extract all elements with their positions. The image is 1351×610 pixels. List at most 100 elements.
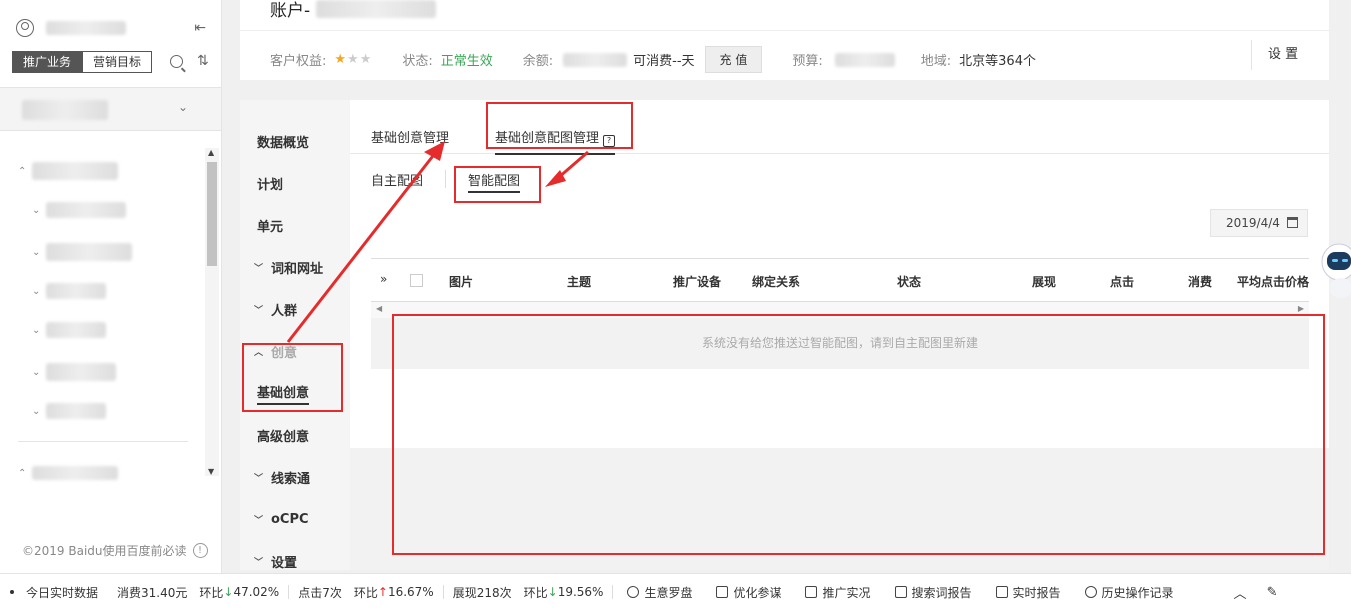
sidebar-tabs: 推广业务 营销目标 [12, 51, 153, 73]
realtime-label: 今日实时数据 [26, 585, 99, 600]
tree-node[interactable]: ⌄ [32, 363, 116, 381]
tab-basic-creative-manage[interactable]: 基础创意管理 [371, 127, 449, 146]
sort-icon[interactable]: ⇅ [197, 53, 209, 69]
tool-label: 生意罗盘 [644, 585, 693, 600]
edit-icon[interactable]: ✎ [1267, 585, 1278, 600]
account-card: 账户- 客户权益: ★★★ 状态: 正常生效 余额: 可消费--天 充 值 预算… [240, 0, 1329, 80]
nav-advanced-creative[interactable]: 高级创意 [240, 420, 350, 450]
balance-label: 余额: [522, 54, 554, 69]
tab-custom-image[interactable]: 自主配图 [371, 170, 423, 189]
date-picker[interactable]: 2019/4/4 [1210, 209, 1308, 237]
caret-down-icon: ⌄ [32, 366, 41, 378]
ratio-label: 环比 [199, 585, 224, 600]
divider [445, 170, 446, 188]
expand-all-icon[interactable]: » [380, 272, 387, 286]
balance-days: 可消费--天 [633, 54, 695, 69]
recharge-button[interactable]: 充 值 [704, 46, 763, 73]
nav-ocpc[interactable]: ﹀ oCPC [240, 504, 350, 534]
user-icon[interactable] [16, 19, 34, 37]
col-cost[interactable]: 消费 [1188, 273, 1212, 290]
col-impressions[interactable]: 展现 [1032, 273, 1056, 290]
footer-text[interactable]: ©2019 Baidu使用百度前必读 [22, 542, 187, 559]
tab-marketing-goal[interactable]: 营销目标 [82, 51, 153, 73]
divider [240, 30, 1329, 31]
chevron-down-icon: ﹀ [254, 473, 264, 484]
nav-audience[interactable]: ﹀ 人群 [240, 294, 350, 324]
user-bar: ⇤ [16, 16, 206, 40]
spend-ratio: 47.02% [233, 585, 280, 599]
arrow-down-icon: ↓ [547, 585, 558, 599]
col-clicks[interactable]: 点击 [1110, 273, 1134, 290]
nav-leads[interactable]: ﹀ 线索通 [240, 462, 350, 492]
tool-optimization-advisor[interactable]: 优化参谋 [716, 584, 781, 601]
tree-node[interactable]: ⌄ [32, 243, 132, 261]
tool-business-compass[interactable]: 生意罗盘 [627, 584, 692, 601]
tree-node[interactable]: ⌃ [18, 466, 118, 480]
arrow-down-icon: ↓ [223, 585, 234, 599]
annotation-box-image-manage-tab [486, 102, 633, 149]
tool-history-log[interactable]: 历史操作记录 [1084, 584, 1174, 601]
chevron-up-icon[interactable]: ︿ [1234, 583, 1247, 602]
tree-node[interactable]: ⌄ [32, 322, 106, 338]
chevron-down-icon: ⌄ [178, 100, 189, 114]
rights-label: 客户权益: [270, 54, 327, 69]
tree-node[interactable]: ⌄ [32, 283, 106, 299]
caret-down-icon: ⌄ [32, 405, 41, 417]
settings-button[interactable]: 设 置 [1251, 40, 1298, 70]
nav-keywords[interactable]: ﹀ 词和网址 [240, 252, 350, 282]
scroll-down-icon[interactable]: ▼ [208, 467, 214, 476]
tool-realtime-report[interactable]: 实时报告 [995, 584, 1061, 601]
nav-label: 人群 [271, 303, 298, 319]
info-icon[interactable]: ! [192, 543, 208, 558]
nav-settings[interactable]: ﹀ 设置 [240, 546, 350, 576]
clicks-ratio: 16.67% [387, 585, 434, 599]
nav-unit[interactable]: 单元 [240, 210, 350, 240]
chevron-down-icon: ﹀ [254, 263, 264, 274]
tab-promotion-business[interactable]: 推广业务 [12, 51, 83, 73]
annotation-box-table-area [392, 314, 1325, 555]
tree-node[interactable]: ⌄ [32, 202, 126, 218]
report-icon [894, 586, 907, 598]
sub-navigation: 数据概览 计划 单元 ﹀ 词和网址 ﹀ 人群 ︿ 创意 基础创意 高级创意 ﹀ 线索通 … [240, 100, 350, 571]
account-select[interactable]: ⌄ [0, 87, 221, 131]
divider [612, 585, 614, 599]
robot-assistant-icon[interactable] [1313, 240, 1351, 300]
budget-redacted[interactable] [834, 52, 895, 67]
collapse-menu-icon[interactable]: ⇤ [194, 20, 206, 36]
nav-label: 设置 [271, 555, 298, 571]
node-redacted [32, 466, 118, 480]
sidebar-scrollbar[interactable]: ▲ ▼ [205, 148, 219, 476]
rights-stars: ★★★ [334, 52, 372, 67]
col-avg-cpc[interactable]: 平均点击价格 [1237, 273, 1309, 290]
nav-data-overview[interactable]: 数据概览 [240, 126, 350, 156]
nav-plan[interactable]: 计划 [240, 168, 350, 198]
star-empty-icon: ★ [347, 52, 360, 67]
impressions-value: 展现218次 [452, 585, 512, 600]
select-all-checkbox[interactable] [410, 274, 423, 287]
caret-down-icon: ⌄ [32, 204, 41, 216]
nav-label: 数据概览 [257, 135, 310, 151]
nav-label: 线索通 [271, 471, 311, 487]
nav-label: 词和网址 [271, 261, 324, 277]
bottom-status-bar: 今日实时数据 消费31.40元 环比 ↓ 47.02% 点击7次 环比 ↑ 16… [0, 573, 1351, 610]
scroll-right-icon[interactable]: ▶ [1298, 304, 1304, 313]
col-binding: 绑定关系 [752, 275, 801, 289]
caret-up-icon: ⌃ [18, 165, 27, 177]
account-info: 客户权益: ★★★ 状态: 正常生效 余额: 可消费--天 充 值 预算: 地域… [270, 46, 1036, 73]
clock-icon [1084, 586, 1097, 598]
advisor-icon [716, 586, 729, 598]
annotation-box-smart-image-tab [454, 166, 541, 203]
left-sidebar: ⇤ 推广业务 营销目标 ⇅ ⌄ ⌃ ⌄ ⌄ ⌄ ⌄ ⌄ ⌄ ⌃ ▲ ▼ ©201… [0, 0, 222, 573]
tree-node[interactable]: ⌃ [18, 162, 118, 180]
region-value[interactable]: 北京等364个 [959, 50, 1036, 69]
scroll-left-icon[interactable]: ◀ [376, 304, 382, 313]
ratio-label: 环比 [523, 585, 548, 600]
tree-node[interactable]: ⌄ [32, 403, 106, 419]
tool-search-term-report[interactable]: 搜索词报告 [894, 584, 972, 601]
scroll-thumb[interactable] [207, 162, 217, 266]
node-redacted [46, 243, 132, 261]
scroll-up-icon[interactable]: ▲ [208, 148, 214, 157]
tool-live-preview[interactable]: 推广实况 [805, 584, 871, 601]
search-icon[interactable] [170, 55, 183, 68]
